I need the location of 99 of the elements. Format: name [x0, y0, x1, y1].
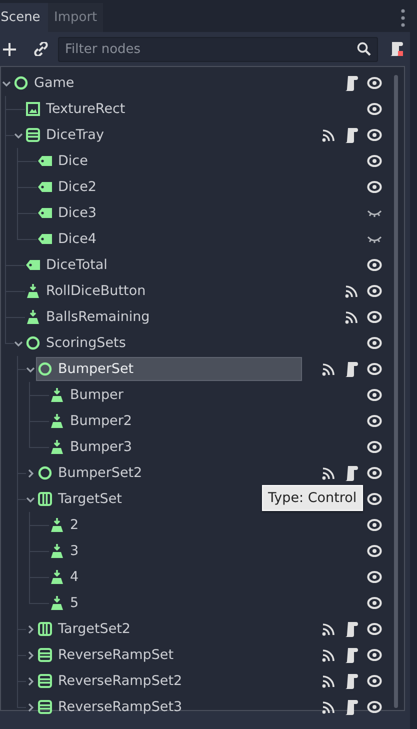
tray-arrow-icon [50, 544, 64, 558]
signal-icon[interactable] [322, 362, 335, 376]
tree-item[interactable]: TextureRect [24, 97, 302, 121]
tray-arrow-icon [50, 596, 64, 610]
eye-icon[interactable] [367, 389, 382, 401]
rows-icon [26, 128, 40, 142]
eye-icon[interactable] [367, 337, 382, 349]
eye-icon[interactable] [367, 623, 382, 635]
eye-icon[interactable] [367, 155, 382, 167]
search-icon [357, 42, 371, 56]
eye-icon[interactable] [367, 129, 382, 141]
tray-arrow-icon [50, 570, 64, 584]
eye-icon[interactable] [367, 701, 382, 713]
script-icon[interactable] [344, 674, 358, 688]
signal-icon[interactable] [322, 466, 335, 480]
script-icon[interactable] [344, 648, 358, 662]
eye-icon[interactable] [367, 675, 382, 687]
script-icon[interactable] [344, 700, 358, 714]
script-icon[interactable] [344, 76, 358, 90]
tree-item[interactable]: TargetSet2 [36, 617, 302, 641]
menu-icon[interactable] [401, 9, 405, 27]
rows-icon [38, 648, 52, 662]
script-icon[interactable] [344, 128, 358, 142]
script-icon[interactable] [344, 466, 358, 480]
script-icon[interactable] [344, 362, 358, 376]
script-icon[interactable] [344, 622, 358, 636]
tree-item[interactable]: Bumper3 [48, 435, 302, 459]
signal-icon[interactable] [345, 310, 358, 324]
eye-icon[interactable] [367, 441, 382, 453]
tree-item[interactable]: Bumper2 [48, 409, 302, 433]
columns-icon [38, 492, 52, 506]
tray-arrow-icon [26, 284, 40, 298]
eye-icon[interactable] [367, 519, 382, 531]
tree-item[interactable]: 4 [48, 565, 302, 589]
tree-item[interactable]: RollDiceButton [24, 279, 302, 303]
eye-icon[interactable] [367, 493, 382, 505]
eye-icon[interactable] [367, 467, 382, 479]
tab[interactable]: Import [48, 3, 104, 32]
eye-icon[interactable] [367, 363, 382, 375]
eye-icon[interactable] [367, 311, 382, 323]
tag-icon [38, 182, 52, 192]
tray-arrow-icon [50, 518, 64, 532]
tooltip: Type: Control [262, 485, 363, 511]
ring-icon [26, 336, 40, 350]
tree-item[interactable]: BumperSet2 [36, 461, 302, 485]
rows-icon [38, 700, 52, 714]
tree-item[interactable]: BumperSet [36, 357, 302, 381]
tree-item[interactable]: 3 [48, 539, 302, 563]
ring-icon [38, 362, 52, 376]
tree-item[interactable]: DiceTotal [24, 253, 302, 277]
eye-icon[interactable] [367, 545, 382, 557]
rows-icon [38, 674, 52, 688]
signal-icon[interactable] [322, 648, 335, 662]
columns-icon [38, 622, 52, 636]
tree-item[interactable]: Dice3 [36, 201, 302, 225]
tree-item[interactable]: 2 [48, 513, 302, 537]
eye-icon[interactable] [367, 181, 382, 193]
eye-icon[interactable] [367, 571, 382, 583]
eye-icon[interactable] [367, 597, 382, 609]
tab[interactable]: Scene [0, 3, 48, 32]
eye-icon[interactable] [367, 259, 382, 271]
scrollbar[interactable] [394, 75, 398, 708]
eye-icon[interactable] [367, 285, 382, 297]
image-icon [26, 102, 40, 116]
filter-field[interactable]: Filter nodes [58, 36, 378, 62]
eye-icon[interactable] [367, 77, 382, 89]
tree-item[interactable]: DiceTray [24, 123, 302, 147]
eye-icon[interactable] [367, 649, 382, 661]
eye-icon[interactable] [367, 415, 382, 427]
script-icon[interactable] [388, 41, 404, 57]
link-icon[interactable] [34, 42, 48, 56]
tree-item[interactable]: ReverseRampSet3 [36, 695, 302, 719]
signal-icon[interactable] [322, 700, 335, 714]
tree-item[interactable]: ScoringSets [24, 331, 302, 355]
signal-icon[interactable] [322, 674, 335, 688]
eye-icon[interactable] [367, 103, 382, 115]
tree-item[interactable]: Bumper [48, 383, 302, 407]
add-icon[interactable] [3, 42, 16, 56]
tree-item[interactable]: Dice [36, 149, 302, 173]
tag-icon [26, 260, 40, 270]
tag-icon [38, 234, 52, 244]
tag-icon [38, 156, 52, 166]
ring-icon [38, 466, 52, 480]
ring-icon [14, 76, 28, 90]
tag-icon [38, 208, 52, 218]
tree-item[interactable]: ReverseRampSet [36, 643, 302, 667]
signal-icon[interactable] [345, 284, 358, 298]
tree-item[interactable]: Dice4 [36, 227, 302, 251]
signal-icon[interactable] [322, 128, 335, 142]
signal-icon[interactable] [322, 622, 335, 636]
tray-arrow-icon [50, 440, 64, 454]
tree-item[interactable]: 5 [48, 591, 302, 615]
tray-arrow-icon [50, 388, 64, 402]
tree-item[interactable]: ReverseRampSet2 [36, 669, 302, 693]
tray-arrow-icon [50, 414, 64, 428]
tree-item[interactable]: Game [12, 71, 302, 95]
tray-arrow-icon [26, 310, 40, 324]
tree-item[interactable]: Dice2 [36, 175, 302, 199]
tree-item[interactable]: BallsRemaining [24, 305, 302, 329]
